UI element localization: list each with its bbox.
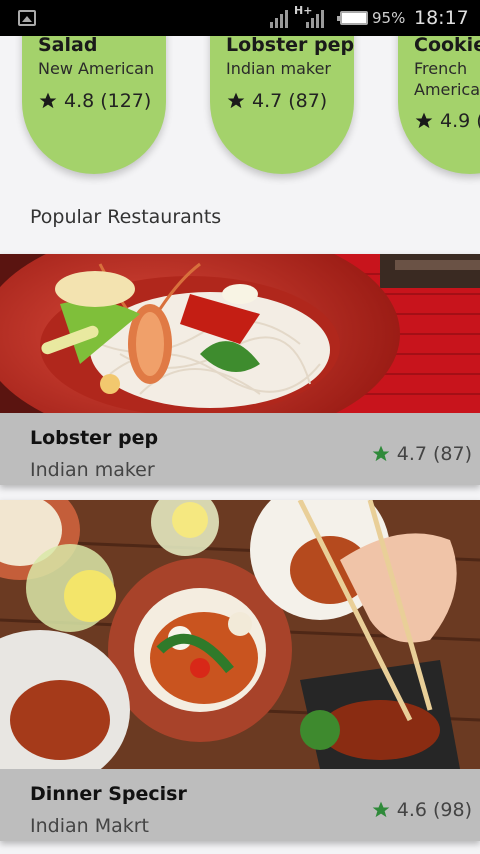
restaurant-info: Lobster pep Indian maker 4.7 (87): [0, 413, 480, 485]
featured-card-rating: 4.9 (: [414, 110, 480, 132]
restaurant-cuisine: Indian maker: [30, 459, 155, 481]
food-photo-icon: [0, 500, 480, 769]
rating-value: 4.9: [440, 110, 471, 132]
clock: 18:17: [414, 7, 469, 29]
featured-card-rating: 4.7 (87): [226, 90, 327, 112]
restaurant-photo-noodles: [0, 254, 480, 413]
restaurant-rating: 4.7 (87): [371, 443, 472, 465]
restaurant-card-lobster[interactable]: Lobster pep Indian maker 4.7 (87): [0, 254, 480, 485]
star-icon: [372, 801, 390, 818]
restaurant-info: Dinner Specisr Indian Makrt 4.6 (98): [0, 769, 480, 841]
featured-card-subtitle: New American: [38, 59, 155, 78]
restaurant-photo-table: [0, 500, 480, 769]
featured-card-subtitle: Indian maker: [226, 59, 331, 78]
restaurant-name: Lobster pep: [30, 427, 159, 449]
rating-value: 4.8: [64, 90, 95, 112]
signal-strength-icon-2: [306, 8, 324, 28]
featured-card-cookie[interactable]: Cookie French American 4.9 (: [398, 36, 480, 174]
status-bar: H+ 95% 18:17: [0, 0, 480, 36]
featured-card-rating: 4.8 (127): [38, 90, 151, 112]
restaurant-card-dinner[interactable]: Dinner Specisr Indian Makrt 4.6 (98): [0, 500, 480, 841]
star-icon: [372, 445, 390, 462]
rating-count: (98): [432, 799, 472, 821]
restaurant-rating: 4.6 (98): [371, 799, 472, 821]
rating-count: (127): [100, 90, 152, 112]
section-title: Popular Restaurants: [30, 206, 222, 228]
rating-count: (87): [432, 443, 472, 465]
featured-card-lobster[interactable]: Lobster pep Indian maker 4.7 (87): [210, 36, 354, 174]
star-icon: [39, 92, 57, 109]
featured-card-subtitle: French American: [414, 58, 480, 100]
featured-card-title: Lobster pep: [226, 36, 354, 56]
star-icon: [415, 112, 433, 129]
battery-icon: [337, 11, 368, 25]
rating-value: 4.7: [396, 443, 427, 465]
rating-count: (: [476, 110, 480, 132]
gallery-notification-icon: [18, 10, 36, 26]
battery-percent: 95%: [372, 9, 406, 27]
featured-card-title: Salad: [38, 36, 98, 56]
featured-card-subtitle-line1: French: [414, 59, 468, 78]
signal-strength-icon: [270, 8, 288, 28]
featured-card-title: Cookie: [414, 36, 480, 56]
featured-card-subtitle-line2: American: [414, 80, 480, 99]
star-icon: [227, 92, 245, 109]
restaurant-name: Dinner Specisr: [30, 783, 187, 805]
featured-card-salad[interactable]: Salad New American 4.8 (127): [22, 36, 166, 174]
featured-carousel[interactable]: Salad New American 4.8 (127) Lobster pep…: [0, 36, 480, 254]
restaurant-cuisine: Indian Makrt: [30, 815, 150, 837]
rating-value: 4.6: [396, 799, 427, 821]
rating-count: (87): [288, 90, 328, 112]
food-photo-icon: [0, 254, 480, 413]
rating-value: 4.7: [252, 90, 283, 112]
